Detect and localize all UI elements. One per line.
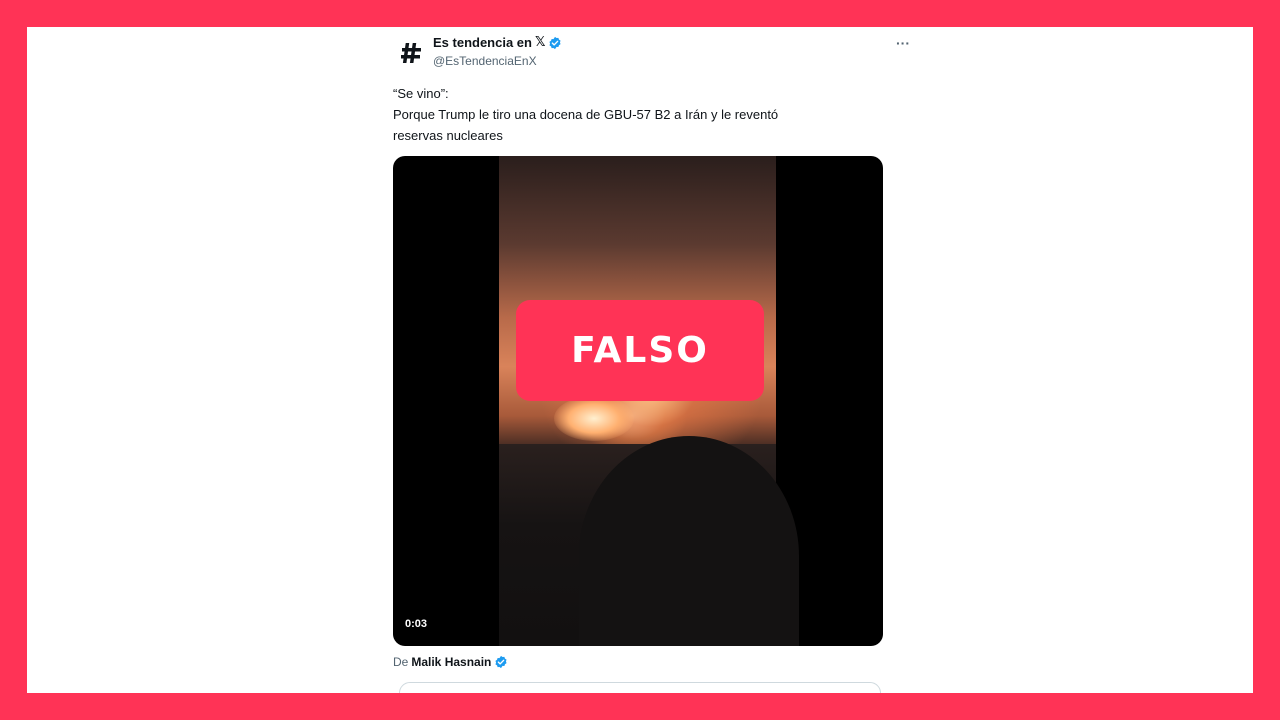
- tweet-text-line: reservas nucleares: [393, 128, 503, 143]
- x-logo-icon: 𝕏: [534, 35, 546, 50]
- attribution-name[interactable]: Malik Hasnain: [411, 655, 491, 669]
- verified-badge-icon: [549, 36, 562, 49]
- video-player[interactable]: FALSO 0:03: [393, 156, 883, 646]
- tweet-text-line: Porque Trump le tiro una docena de GBU-5…: [393, 107, 779, 122]
- next-card-edge: [399, 682, 881, 693]
- video-frame: [499, 156, 799, 646]
- author-handle[interactable]: @EsTendenciaEnX: [433, 54, 537, 68]
- tweet-text: “Se vino”: Porque Trump le tiro una doce…: [393, 83, 885, 146]
- hashtag-glyph: [401, 43, 421, 63]
- more-options-icon[interactable]: ···: [896, 35, 910, 51]
- explosion-flare: [554, 396, 634, 441]
- author-name-text: Es tendencia en: [433, 35, 532, 50]
- verified-badge-icon: [495, 655, 507, 669]
- video-attribution: De Malik Hasnain: [393, 655, 508, 669]
- hashtag-avatar-icon[interactable]: [397, 39, 425, 67]
- author-name[interactable]: Es tendencia en 𝕏: [433, 35, 562, 50]
- screenshot-panel: Es tendencia en 𝕏 @EsTendenciaEnX ··· “S…: [27, 27, 1253, 693]
- tweet-text-line: “Se vino”:: [393, 86, 449, 101]
- tweet: Es tendencia en 𝕏 @EsTendenciaEnX ··· “S…: [393, 27, 910, 693]
- video-duration: 0:03: [405, 618, 428, 630]
- falso-stamp: FALSO: [516, 300, 764, 401]
- attribution-prefix: De: [393, 655, 409, 669]
